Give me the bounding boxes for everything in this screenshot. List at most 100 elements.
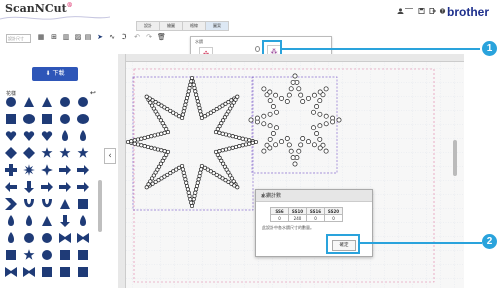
rhinestone-dot <box>317 111 323 117</box>
rhinestone-dot <box>220 131 225 136</box>
rhinestone-dot <box>273 92 279 98</box>
dialog-message: 此設計中各水鑽尺寸的數量。 <box>262 225 314 230</box>
rhinestone-dot <box>142 144 147 149</box>
rhinestone-dot <box>270 104 276 109</box>
rhinestone-dot <box>191 82 196 87</box>
rhinestone-dot <box>125 139 131 145</box>
rhinestone-dot <box>159 131 164 136</box>
dialog-title-bar: 水鑽計數 ✕ <box>256 190 372 202</box>
rhinestone-dot <box>267 136 273 142</box>
rhinestone-dot <box>230 134 235 139</box>
rhinestone-dot <box>247 138 252 143</box>
rhinestone-dot <box>185 187 190 192</box>
rhinestone-dot <box>195 180 200 185</box>
rhinestone-dot <box>314 104 320 109</box>
rhinestone-dot <box>320 92 326 98</box>
rhinestone-dot <box>198 170 203 175</box>
rhinestone-dot <box>192 193 197 199</box>
rhinestone-dot <box>248 117 254 123</box>
rhinestone-dot <box>284 99 290 104</box>
table-header: SS10 <box>288 207 307 215</box>
rhinestone-dot <box>279 139 284 145</box>
rhinestone-dot <box>261 86 267 92</box>
rhinestone-dot <box>132 138 137 143</box>
rhinestone-dot <box>247 141 252 146</box>
rhinestone-dot <box>273 142 279 148</box>
rhinestone-dot <box>185 92 190 97</box>
rhinestone-dot <box>197 105 202 111</box>
rhinestone-dot <box>183 177 188 182</box>
callout-highlight-2 <box>326 234 360 254</box>
rhinestone-dot <box>181 170 186 175</box>
rhinestone-dot <box>196 102 201 107</box>
rhinestone-dot <box>198 109 203 114</box>
rhinestone-dot <box>220 148 225 153</box>
rhinestone-dot <box>311 92 317 98</box>
rhinestone-dot <box>240 136 245 141</box>
rhinestone-dot <box>187 85 192 91</box>
rhinestone-dot <box>149 145 154 150</box>
rhinestone-dot <box>288 148 294 154</box>
table-cell: 0 <box>306 214 325 222</box>
close-icon[interactable]: ✕ <box>261 192 367 203</box>
rhinestone-dot <box>264 142 270 148</box>
rhinestone-dot <box>267 111 273 117</box>
rhinestone-stars <box>125 73 342 211</box>
rhinestone-dot <box>145 134 151 140</box>
rhinestone-dot <box>279 95 284 101</box>
rhinestone-dot <box>261 113 267 119</box>
rhinestone-dot <box>189 79 194 84</box>
rhinestone-dot <box>194 187 199 192</box>
rhinestone-dot <box>197 173 202 179</box>
rhinestone-dot <box>184 183 190 189</box>
rhinestone-dot <box>336 117 342 123</box>
rhinestone-dot <box>181 109 186 114</box>
rhinestone-dot <box>317 136 323 142</box>
rhinestone-dot <box>306 139 311 145</box>
rhinestone-dot <box>323 148 329 154</box>
rhinestone-dot <box>298 92 304 98</box>
rhinestone-dot <box>135 137 141 142</box>
rhinestone-dot <box>182 173 187 179</box>
rhinestone-dot <box>311 142 317 148</box>
rhinestone-dot <box>162 130 167 135</box>
rhinestone-dot <box>237 135 242 140</box>
rhinestone-dot <box>292 161 298 167</box>
rhinestone-dot <box>311 125 316 131</box>
rhinestone-dot <box>199 112 204 117</box>
rhinestone-dot <box>288 86 294 92</box>
rhinestone-dot <box>184 99 189 104</box>
rhinestone-dot <box>223 147 229 152</box>
rhinestone-dot <box>184 180 189 185</box>
rhinestone-dot <box>254 115 260 121</box>
table-cell: 0 <box>270 214 289 222</box>
rhinestone-dot <box>323 121 329 127</box>
rhinestone-dot <box>311 109 316 115</box>
rhinestone-dot <box>298 142 304 148</box>
rhinestone-dot <box>286 142 292 148</box>
table-cell: 240 <box>288 214 307 222</box>
rhinestone-dot <box>267 89 273 95</box>
rhinestone-dot <box>267 98 273 104</box>
rhinestone-dot <box>223 132 229 137</box>
rhinestone-dot <box>250 140 255 145</box>
rhinestone-dot <box>296 148 302 154</box>
table-header: SS20 <box>324 207 343 215</box>
rhinestone-dot <box>155 132 161 137</box>
table-header: SS6 <box>270 207 289 215</box>
rhinestone-dot <box>139 136 144 141</box>
rhinestone-dot <box>237 144 242 149</box>
callout-line-2 <box>358 242 482 244</box>
rhinestone-dot <box>323 113 329 119</box>
rhinestone-dot <box>270 131 276 136</box>
rhinestone-dot <box>199 167 204 172</box>
rhinestone-dot <box>182 105 187 111</box>
callout-badge-2: 2 <box>482 234 497 249</box>
rhinestone-dot <box>314 131 320 136</box>
rhinestone-dot <box>261 121 267 127</box>
rhinestone-dot <box>253 139 259 145</box>
table-header: SS16 <box>306 207 325 215</box>
rhinestone-dot <box>189 200 194 205</box>
rhinestone-dot <box>290 79 296 85</box>
rhinestone-dot <box>286 92 292 98</box>
